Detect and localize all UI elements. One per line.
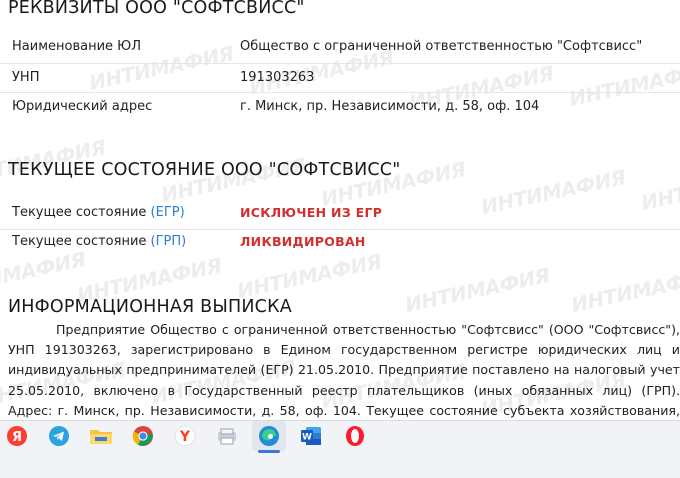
status-value: ИСКЛЮЧЕН ИЗ ЕГР (240, 205, 383, 220)
egr-link[interactable]: (ЕГР) (151, 205, 185, 220)
word-icon[interactable]: W (294, 421, 328, 451)
info-paragraph: Предприятие Общество с ограниченной отве… (8, 320, 680, 420)
svg-text:W: W (302, 433, 312, 443)
requisites-row: Юридический адрес г. Минск, пр. Независи… (0, 99, 680, 121)
requisites-value: 191303263 (240, 70, 315, 85)
requisites-label: Юридический адрес (12, 99, 153, 114)
status-value: ЛИКВИДИРОВАН (240, 234, 366, 249)
requisites-label: УНП (12, 70, 40, 85)
opera-icon[interactable] (338, 421, 372, 451)
company-page: ИНТИМАФИЯ ИНТИМАФИЯ ИНТИМАФИЯ ИНТИМАФИЯ … (0, 0, 680, 420)
grp-link[interactable]: (ГРП) (151, 234, 187, 249)
watermark: ИНТИМАФИЯ (235, 249, 384, 303)
svg-text:Y: Y (179, 429, 191, 445)
status-title: ТЕКУЩЕЕ СОСТОЯНИЕ ООО "СОФТСВИСС" (8, 160, 401, 180)
watermark: ИНТИМАФИЯ (403, 263, 552, 317)
chrome-icon[interactable] (126, 421, 160, 451)
requisites-title: РЕКВИЗИТЫ ООО "СОФТСВИСС" (8, 0, 305, 18)
status-row: Текущее состояние (ГРП) ЛИКВИДИРОВАН (0, 234, 680, 256)
info-text: Предприятие Общество с ограниченной отве… (8, 322, 680, 418)
requisites-value: Общество с ограниченной ответственностью… (240, 39, 643, 54)
status-label: Текущее состояние (12, 205, 151, 220)
yandex-browser-icon[interactable]: Я (0, 421, 34, 451)
edge-icon[interactable] (252, 421, 286, 453)
requisites-value: г. Минск, пр. Независимости, д. 58, оф. … (240, 99, 540, 114)
status-label: Текущее состояние (12, 234, 151, 249)
requisites-label: Наименование ЮЛ (12, 39, 141, 54)
requisites-row: УНП 191303263 (0, 70, 680, 93)
status-row: Текущее состояние (ЕГР) ИСКЛЮЧЕН ИЗ ЕГР (0, 205, 680, 230)
requisites-row: Наименование ЮЛ Общество с ограниченной … (0, 39, 680, 64)
yandex-icon[interactable]: Y (168, 421, 202, 451)
svg-text:Я: Я (12, 430, 22, 445)
file-explorer-icon[interactable] (84, 421, 118, 451)
app-icon[interactable] (210, 421, 244, 451)
telegram-icon[interactable] (42, 421, 76, 451)
taskbar: Я Y W (0, 420, 680, 478)
info-title: ИНФОРМАЦИОННАЯ ВЫПИСКА (8, 297, 292, 317)
watermark: ИНТИМАФИЯ (569, 263, 680, 317)
